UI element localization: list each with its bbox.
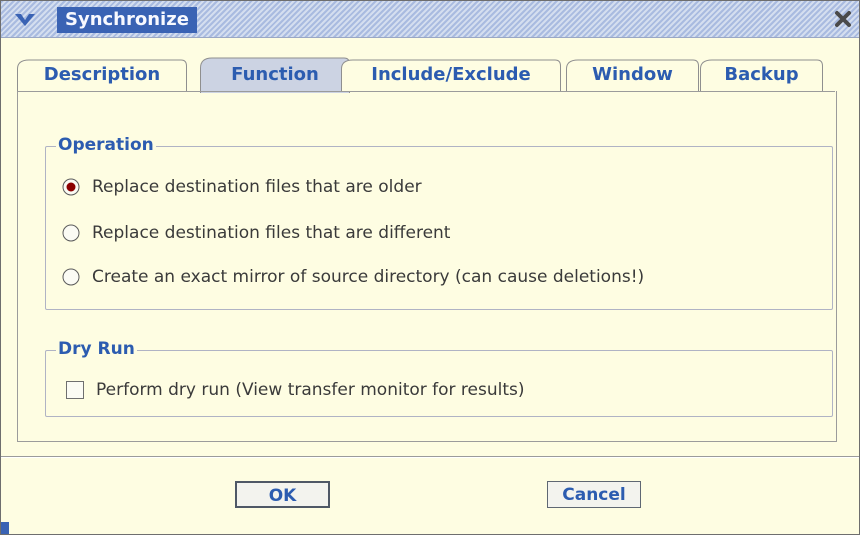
dry-run-checkbox[interactable]: Perform dry run (View transfer monitor f… — [66, 378, 766, 402]
tab-include-exclude[interactable]: Include/Exclude — [341, 59, 561, 91]
radio-unselected-icon[interactable] — [62, 268, 80, 286]
checkbox-unchecked-icon[interactable] — [66, 381, 84, 399]
tab-window[interactable]: Window — [566, 59, 699, 91]
cancel-button[interactable]: Cancel — [547, 481, 641, 508]
tab-description[interactable]: Description — [17, 59, 187, 91]
synchronize-dialog: Synchronize Description Function Include… — [0, 0, 860, 535]
button-separator — [1, 456, 859, 458]
window-edge-accent — [1, 522, 9, 534]
tab-function-label: Function — [231, 64, 319, 85]
dry-run-checkbox-label: Perform dry run (View transfer monitor f… — [96, 380, 525, 400]
ok-button[interactable]: OK — [235, 481, 330, 508]
tab-backup-label: Backup — [724, 64, 799, 85]
tab-backup[interactable]: Backup — [700, 59, 823, 91]
dry-run-group: Dry Run Perform dry run (View transfer m… — [45, 338, 833, 417]
radio-exact-mirror-label: Create an exact mirror of source directo… — [92, 267, 645, 287]
tab-function[interactable]: Function — [200, 57, 350, 93]
operation-group-title: Operation — [56, 134, 156, 156]
radio-replace-different-label: Replace destination files that are diffe… — [92, 223, 451, 243]
close-icon[interactable] — [834, 10, 852, 28]
chevron-down-icon[interactable] — [14, 11, 36, 28]
radio-replace-different[interactable]: Replace destination files that are diffe… — [62, 221, 762, 245]
radio-unselected-icon[interactable] — [62, 224, 80, 242]
operation-group: Operation Replace destination files that… — [45, 134, 833, 310]
radio-exact-mirror[interactable]: Create an exact mirror of source directo… — [62, 265, 822, 289]
tab-description-label: Description — [43, 64, 161, 85]
radio-replace-older-label: Replace destination files that are older — [92, 177, 422, 197]
radio-replace-older[interactable]: Replace destination files that are older — [62, 175, 762, 199]
radio-selected-icon[interactable] — [62, 178, 80, 196]
dry-run-group-title: Dry Run — [56, 338, 137, 360]
title-bar[interactable]: Synchronize — [1, 1, 859, 38]
tab-window-label: Window — [592, 64, 673, 85]
tab-strip: Description Function Include/Exclude Win… — [17, 53, 847, 93]
window-title: Synchronize — [57, 7, 197, 33]
tab-include-exclude-label: Include/Exclude — [371, 64, 531, 85]
